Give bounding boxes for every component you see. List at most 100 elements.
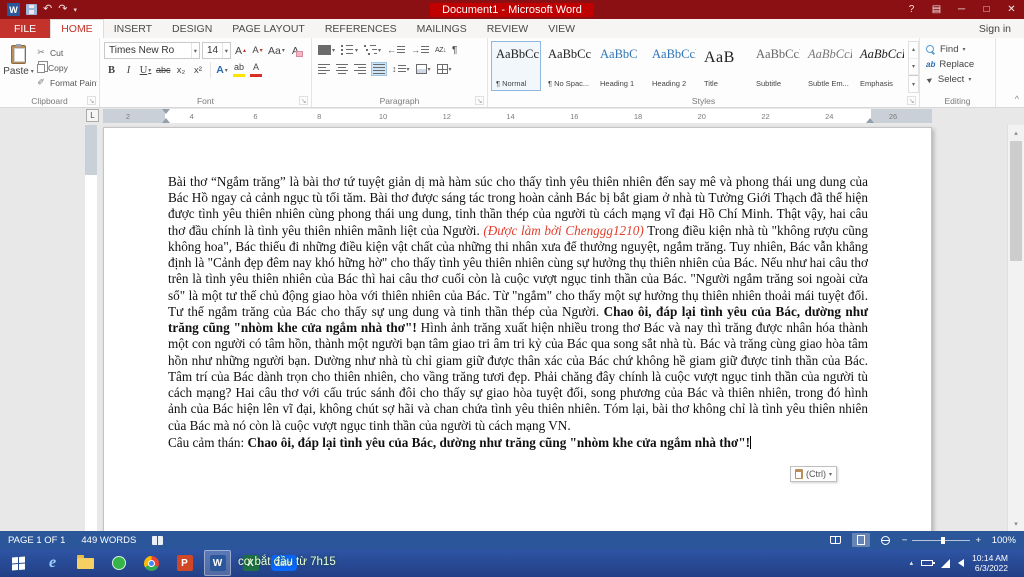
- italic-button[interactable]: I: [121, 62, 136, 78]
- font-dialog-launcher-icon[interactable]: ↘: [299, 96, 308, 105]
- clipboard-dialog-launcher-icon[interactable]: ↘: [87, 96, 96, 105]
- word-count-status[interactable]: 449 WORDS: [81, 535, 136, 546]
- paste-options-button[interactable]: (Ctrl) ▾: [790, 466, 838, 482]
- web-layout-button[interactable]: [877, 533, 895, 547]
- scrollbar-thumb[interactable]: [1010, 141, 1022, 261]
- tab-file[interactable]: FILE: [0, 19, 51, 38]
- line-spacing-button[interactable]: ↕ ▾: [391, 62, 411, 76]
- text-effects-button[interactable]: A ▾: [215, 62, 230, 78]
- help-icon[interactable]: ?: [899, 0, 924, 19]
- scroll-up-icon[interactable]: ▴: [1008, 125, 1024, 140]
- tab-view[interactable]: VIEW: [538, 19, 585, 38]
- taskbar-zalo-icon[interactable]: Zalo: [270, 550, 297, 576]
- style-heading-1[interactable]: AaBbC Heading 1: [595, 41, 645, 91]
- font-color-button[interactable]: A: [249, 62, 264, 78]
- battery-icon[interactable]: [921, 560, 936, 566]
- proofing-status-icon[interactable]: [152, 535, 164, 545]
- vertical-scrollbar[interactable]: ▴ ▾: [1007, 125, 1024, 531]
- maximize-icon[interactable]: □: [974, 0, 999, 19]
- numbering-button[interactable]: ▾: [340, 43, 359, 57]
- tab-home[interactable]: HOME: [50, 19, 104, 38]
- style-subtitle[interactable]: AaBbCcD Subtitle: [751, 41, 801, 91]
- show-formatting-marks-button[interactable]: ¶: [451, 43, 458, 57]
- justify-button[interactable]: [371, 62, 387, 76]
- styles-scroll-down-icon[interactable]: ▾: [909, 59, 918, 76]
- paste-button[interactable]: Paste ▾: [2, 41, 35, 93]
- scroll-down-icon[interactable]: ▾: [1008, 516, 1024, 531]
- align-right-button[interactable]: [353, 62, 367, 76]
- undo-icon[interactable]: ↶: [43, 4, 52, 15]
- font-size-combo[interactable]: 14 ▾: [202, 42, 231, 59]
- text-highlight-button[interactable]: ab: [232, 62, 247, 78]
- decrease-indent-button[interactable]: ←: [386, 43, 406, 57]
- clear-formatting-button[interactable]: A: [288, 43, 303, 59]
- taskbar-green-app-icon[interactable]: [105, 550, 132, 576]
- font-family-dropdown-icon[interactable]: ▾: [190, 43, 199, 58]
- taskbar-file-explorer-icon[interactable]: [72, 550, 99, 576]
- format-painter-button[interactable]: ✐ Format Painter: [35, 76, 97, 89]
- tab-page-layout[interactable]: PAGE LAYOUT: [222, 19, 315, 38]
- paragraph-2[interactable]: Câu cảm thán: Chao ôi, đáp lại tình yêu …: [168, 435, 868, 451]
- taskbar-clock[interactable]: 10:14 AM 6/3/2022: [972, 553, 1010, 573]
- tab-references[interactable]: REFERENCES: [315, 19, 407, 38]
- zoom-slider[interactable]: [912, 536, 971, 544]
- paragraph-dialog-launcher-icon[interactable]: ↘: [475, 96, 484, 105]
- underline-button[interactable]: U ▾: [138, 62, 153, 78]
- tab-insert[interactable]: INSERT: [104, 19, 162, 38]
- paste-dropdown-icon[interactable]: ▾: [31, 68, 34, 75]
- save-icon[interactable]: [26, 4, 37, 15]
- taskbar-powerpoint-icon[interactable]: P: [171, 550, 198, 576]
- zoom-out-icon[interactable]: −: [902, 535, 908, 546]
- hanging-indent-marker[interactable]: [162, 118, 170, 123]
- document-text[interactable]: Bài thơ “Ngắm trăng” là bài thơ tứ tuyệt…: [168, 174, 868, 451]
- vertical-ruler[interactable]: [85, 125, 97, 531]
- volume-icon[interactable]: [958, 559, 965, 567]
- customize-qat-icon[interactable]: ▾: [73, 6, 77, 14]
- font-size-dropdown-icon[interactable]: ▾: [221, 43, 230, 58]
- collapse-ribbon-icon[interactable]: ^: [1015, 94, 1019, 104]
- sort-button[interactable]: AZ↓: [434, 43, 447, 57]
- borders-button[interactable]: ▾: [436, 62, 453, 76]
- cut-button[interactable]: ✂ Cut: [35, 46, 97, 59]
- ribbon-display-options-icon[interactable]: ▤: [924, 0, 949, 19]
- first-line-indent-marker[interactable]: [162, 109, 170, 114]
- styles-more-icon[interactable]: ▾: [909, 75, 918, 92]
- copy-button[interactable]: Copy: [35, 61, 97, 74]
- tab-mailings[interactable]: MAILINGS: [407, 19, 477, 38]
- select-button[interactable]: ► Select ▾: [924, 74, 995, 86]
- start-button[interactable]: [0, 549, 36, 577]
- tab-selector[interactable]: L: [86, 109, 99, 122]
- superscript-button[interactable]: x²: [191, 62, 206, 78]
- network-icon[interactable]: [941, 558, 951, 568]
- horizontal-ruler[interactable]: 2 4 6 8 10 12 14 16 18 20 22 24 26: [103, 109, 932, 123]
- style-heading-2[interactable]: AaBbCcD Heading 2: [647, 41, 697, 91]
- styles-dialog-launcher-icon[interactable]: ↘: [907, 96, 916, 105]
- style-title[interactable]: AaB Title: [699, 41, 749, 91]
- bold-button[interactable]: B: [104, 62, 119, 78]
- redo-icon[interactable]: ↷: [58, 4, 67, 15]
- increase-indent-button[interactable]: →: [410, 43, 430, 57]
- styles-scroll-up-icon[interactable]: ▴: [909, 42, 918, 59]
- sign-in-link[interactable]: Sign in: [966, 19, 1024, 38]
- minimize-icon[interactable]: ─: [949, 0, 974, 19]
- shading-button[interactable]: ▾: [415, 62, 432, 76]
- zoom-in-icon[interactable]: +: [975, 535, 981, 546]
- style-normal[interactable]: AaBbCc ¶ Normal: [491, 41, 541, 91]
- page-count-status[interactable]: PAGE 1 OF 1: [8, 535, 65, 546]
- strikethrough-button[interactable]: abc: [155, 62, 172, 78]
- font-family-combo[interactable]: Times New Ro ▾: [104, 42, 200, 59]
- find-button[interactable]: Find ▾: [926, 44, 995, 55]
- style-no-spacing[interactable]: AaBbCc ¶ No Spac...: [543, 41, 593, 91]
- read-mode-button[interactable]: [827, 533, 845, 547]
- close-icon[interactable]: ✕: [999, 0, 1024, 19]
- taskbar-ie-icon[interactable]: e: [39, 550, 66, 576]
- replace-button[interactable]: ab Replace: [926, 59, 995, 70]
- taskbar-word-icon[interactable]: W: [204, 550, 231, 576]
- tray-chevron-icon[interactable]: ▴: [910, 559, 914, 567]
- style-subtle-emphasis[interactable]: AaBbCcD Subtle Em...: [803, 41, 853, 91]
- tab-design[interactable]: DESIGN: [162, 19, 222, 38]
- bullets-button[interactable]: ▾: [317, 43, 336, 57]
- tab-review[interactable]: REVIEW: [477, 19, 538, 38]
- align-center-button[interactable]: [335, 62, 349, 76]
- multilevel-list-button[interactable]: ▾: [363, 43, 382, 57]
